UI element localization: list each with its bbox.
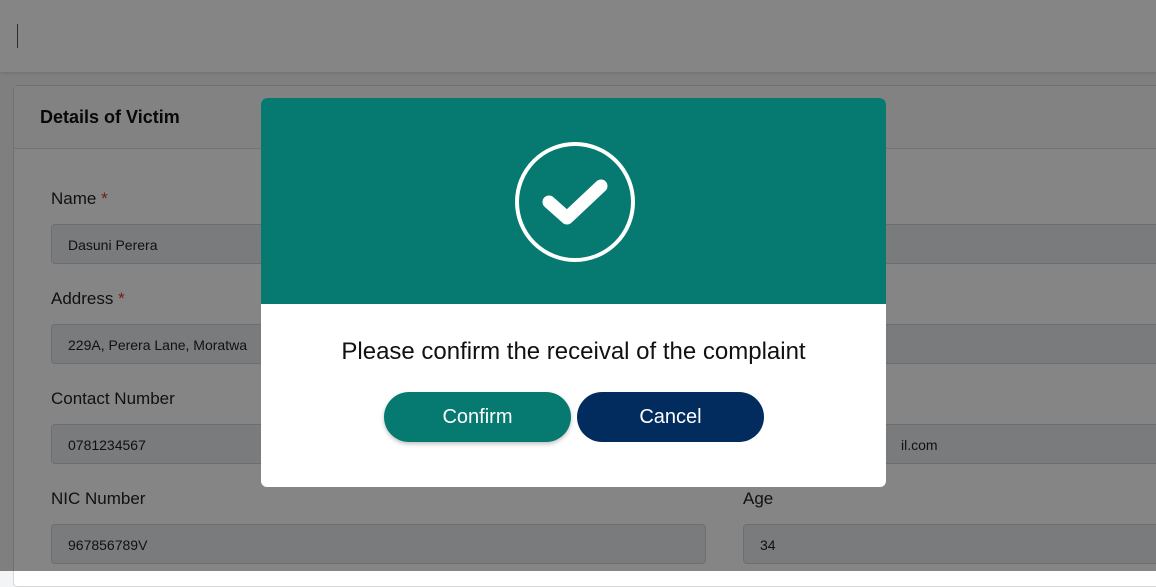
dialog-header <box>261 98 886 304</box>
confirm-dialog: Please confirm the receival of the compl… <box>261 98 886 487</box>
cancel-button[interactable]: Cancel <box>577 392 764 442</box>
confirm-button[interactable]: Confirm <box>384 392 571 442</box>
dialog-message: Please confirm the receival of the compl… <box>341 338 806 365</box>
check-icon <box>515 142 635 262</box>
